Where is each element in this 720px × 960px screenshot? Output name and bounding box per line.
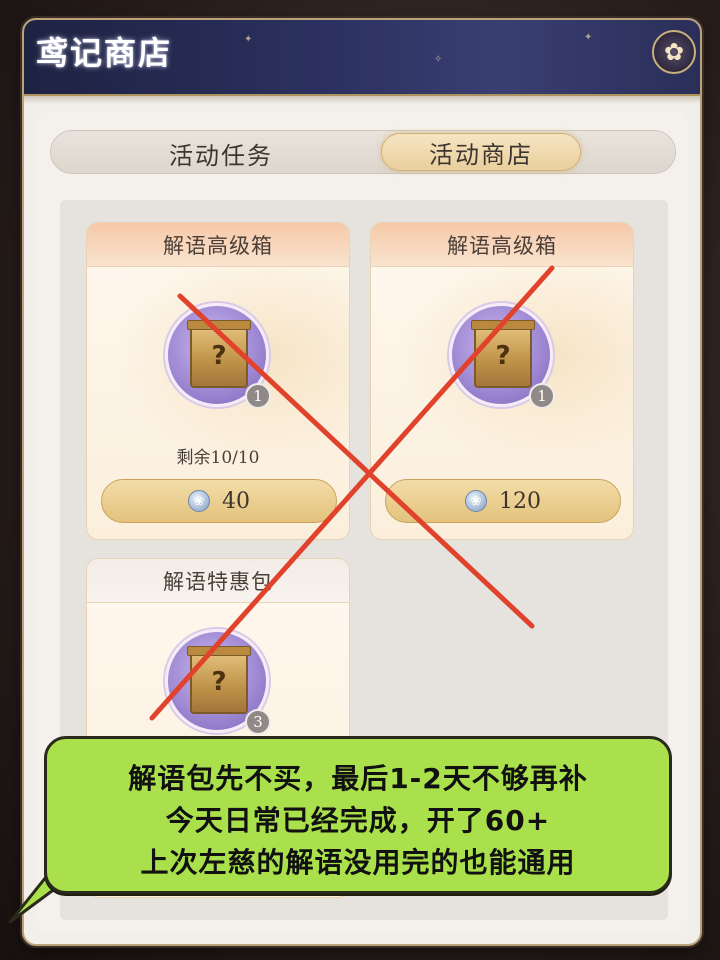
item-name: 解语高级箱 bbox=[87, 223, 349, 267]
tab-event-shop[interactable]: 活动商店 bbox=[381, 133, 581, 171]
mystery-chest-icon: ? bbox=[471, 320, 535, 388]
item-name: 解语特惠包 bbox=[87, 559, 349, 603]
sparkle-icon: ✦ bbox=[584, 32, 593, 43]
title-bar: ✦ ✧ ✦ 鸢记商店 ✿ bbox=[24, 20, 700, 104]
sparkle-icon: ✦ bbox=[244, 34, 253, 45]
flower-menu-button[interactable]: ✿ bbox=[652, 30, 696, 74]
note-line: 上次左慈的解语没用完的也能通用 bbox=[140, 846, 576, 879]
sparkle-icon: ✧ bbox=[434, 54, 443, 65]
buy-button[interactable]: ❀ 40 bbox=[101, 479, 337, 523]
flower-icon: ✿ bbox=[663, 38, 685, 66]
note-speech-bubble: 解语包先不买，最后1-2天不够再补 今天日常已经完成，开了60+ 上次左慈的解语… bbox=[44, 736, 672, 894]
quantity-badge: 1 bbox=[529, 383, 555, 409]
coin-icon: ❀ bbox=[188, 490, 210, 512]
tab-bar: 活动任务 活动商店 bbox=[50, 130, 676, 174]
quantity-badge: 1 bbox=[245, 383, 271, 409]
remaining-stock: 剩余10/10 bbox=[176, 448, 260, 468]
tab-event-tasks[interactable]: 活动任务 bbox=[121, 131, 321, 175]
note-line: 今天日常已经完成，开了60+ bbox=[165, 804, 551, 837]
note-line: 解语包先不买，最后1-2天不够再补 bbox=[128, 762, 588, 795]
item-name: 解语高级箱 bbox=[371, 223, 633, 267]
mystery-chest-icon: ? bbox=[187, 646, 251, 714]
shop-item-card[interactable]: 解语高级箱 ? 1 ❀ 120 bbox=[370, 222, 634, 540]
mystery-chest-icon: ? bbox=[187, 320, 251, 388]
price-value: 40 bbox=[222, 488, 250, 514]
price-value: 120 bbox=[499, 488, 541, 514]
buy-button[interactable]: ❀ 120 bbox=[385, 479, 621, 523]
quantity-badge: 3 bbox=[245, 709, 271, 735]
coin-icon: ❀ bbox=[465, 490, 487, 512]
shop-item-card[interactable]: 解语高级箱 ? 1 剩余10/10 ❀ 40 bbox=[86, 222, 350, 540]
window-title: 鸢记商店 bbox=[36, 34, 173, 72]
